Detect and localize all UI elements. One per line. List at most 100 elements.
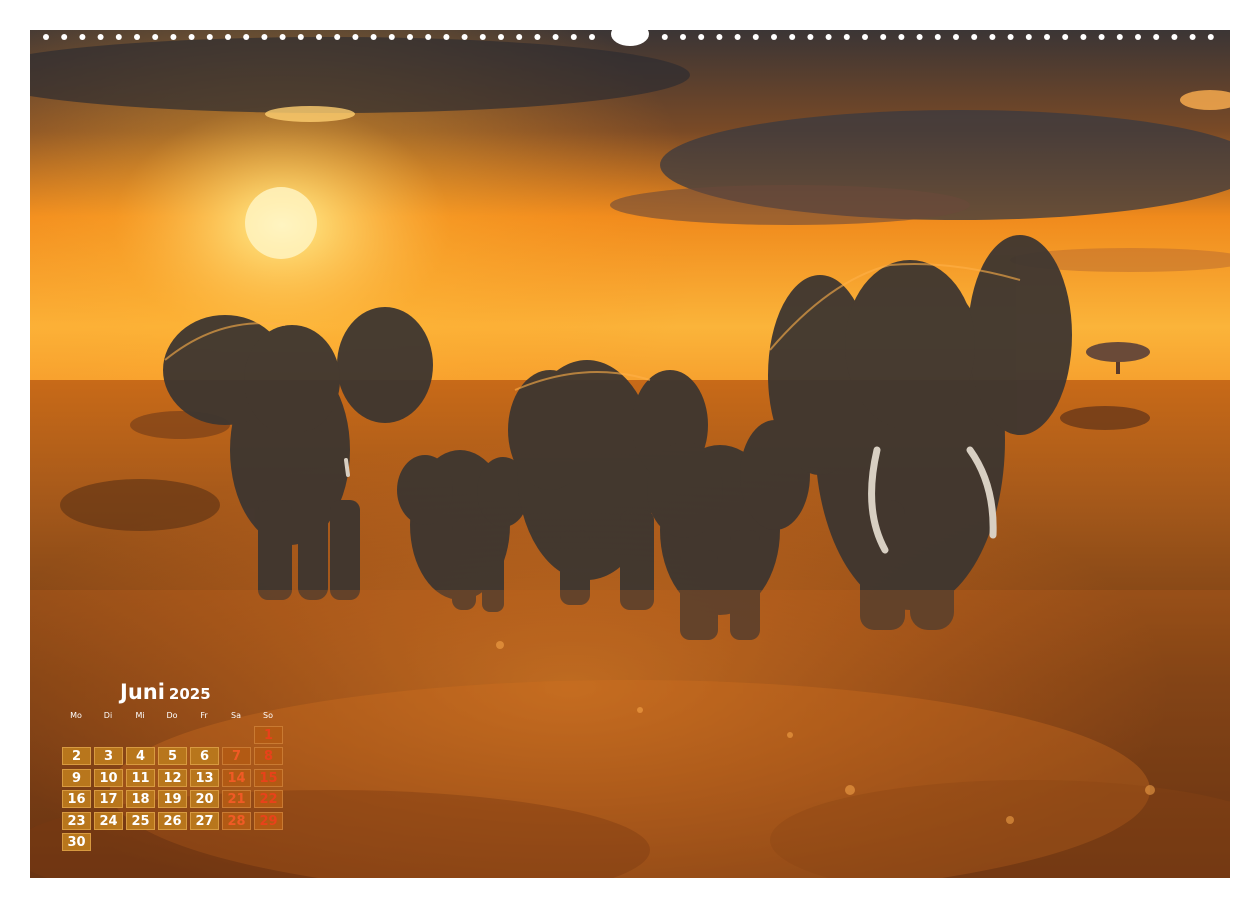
calendar-day: 15: [254, 768, 283, 787]
weekday-label: Mi: [135, 711, 145, 720]
calendar-day: 14: [222, 768, 251, 787]
binding-hole: [1025, 34, 1032, 40]
calendar-day: 25: [126, 811, 155, 830]
binding-hole: [971, 34, 978, 40]
binding-hole: [334, 34, 341, 40]
binding-hole: [43, 34, 49, 40]
binding-hole: [880, 34, 887, 40]
binding-hole: [1116, 34, 1123, 40]
binding-hole: [1135, 34, 1141, 40]
calendar-day: 22: [254, 790, 283, 809]
binding-hole: [516, 34, 523, 40]
binding-hole: [661, 34, 668, 40]
binding-hole: [97, 34, 104, 40]
binding-hole: [1189, 34, 1196, 40]
binding-hole: [807, 34, 814, 40]
binding-hole: [243, 34, 250, 40]
binding-hole: [1207, 34, 1214, 40]
weekday-label: So: [263, 711, 273, 720]
calendar-day: 24: [94, 811, 123, 830]
month-name: Juni: [120, 680, 165, 704]
binding-hole: [862, 34, 868, 40]
calendar-day: 23: [62, 811, 91, 830]
binding-hole: [443, 34, 450, 40]
binding-hole: [388, 34, 395, 40]
binding-hole: [461, 34, 468, 40]
calendar-day: 9: [62, 768, 91, 787]
calendar-day: 8: [254, 747, 283, 766]
binding-hole: [825, 34, 832, 40]
binding-hole: [843, 34, 850, 40]
calendar-day: 13: [190, 768, 219, 787]
hanger-notch: [611, 22, 649, 46]
binding-hole: [734, 34, 741, 40]
spiral-binding: [30, 22, 1230, 46]
calendar-day: 19: [158, 790, 187, 809]
weekday-label: Mo: [70, 711, 82, 720]
binding-hole: [206, 34, 213, 40]
binding-hole: [279, 34, 286, 40]
calendar-day: 28: [222, 811, 251, 830]
calendar-day: 10: [94, 768, 123, 787]
binding-hole: [115, 34, 122, 40]
binding-hole: [1044, 34, 1050, 40]
binding-hole: [61, 34, 68, 40]
calendar-day: 27: [190, 811, 219, 830]
binding-hole: [1007, 34, 1014, 40]
calendar-day: 29: [254, 811, 283, 830]
binding-hole: [752, 34, 759, 40]
calendar-day: 7: [222, 747, 251, 766]
binding-hole: [1098, 34, 1105, 40]
binding-hole: [370, 34, 377, 40]
binding-hole: [552, 34, 559, 40]
binding-hole: [698, 34, 705, 40]
binding-hole: [425, 34, 432, 40]
binding-hole: [680, 34, 686, 40]
calendar-day: 11: [126, 768, 155, 787]
binding-hole: [1153, 34, 1160, 40]
calendar-day: 21: [222, 790, 251, 809]
binding-hole: [898, 34, 905, 40]
calendar-day: 5: [158, 747, 187, 766]
calendar-day: 6: [190, 747, 219, 766]
binding-hole: [479, 34, 486, 40]
weekday-label: Di: [103, 711, 113, 720]
calendar-day: 1: [254, 726, 283, 744]
binding-hole: [316, 34, 322, 40]
binding-hole: [352, 34, 359, 40]
weekday-label: Do: [166, 711, 178, 720]
binding-hole: [589, 34, 595, 40]
calendar-day: 26: [158, 811, 187, 830]
binding-hole: [407, 34, 413, 40]
calendar-day: 20: [190, 790, 219, 809]
binding-hole: [498, 34, 504, 40]
binding-hole: [934, 34, 941, 40]
calendar-day: 30: [62, 833, 91, 851]
binding-hole: [188, 34, 195, 40]
binding-hole: [152, 34, 159, 40]
calendar-day: 2: [62, 747, 91, 766]
binding-hole: [1080, 34, 1087, 40]
calendar-day: 12: [158, 768, 187, 787]
binding-hole: [1062, 34, 1069, 40]
binding-hole: [570, 34, 577, 40]
binding-hole: [789, 34, 796, 40]
binding-hole: [79, 34, 86, 40]
binding-hole: [170, 34, 177, 40]
calendar-day: 16: [62, 790, 91, 809]
binding-hole: [297, 34, 304, 40]
calendar-day: 3: [94, 747, 123, 766]
binding-hole: [261, 34, 268, 40]
binding-hole: [916, 34, 923, 40]
year: 2025: [168, 685, 211, 703]
calendar-day: 17: [94, 790, 123, 809]
calendar-day: 18: [126, 790, 155, 809]
binding-hole: [1171, 34, 1178, 40]
binding-hole: [134, 34, 140, 40]
binding-hole: [225, 34, 231, 40]
weekday-label: Sa: [231, 711, 241, 720]
binding-hole: [771, 34, 777, 40]
binding-hole: [534, 34, 541, 40]
binding-hole: [989, 34, 996, 40]
weekday-label: Fr: [200, 711, 208, 720]
